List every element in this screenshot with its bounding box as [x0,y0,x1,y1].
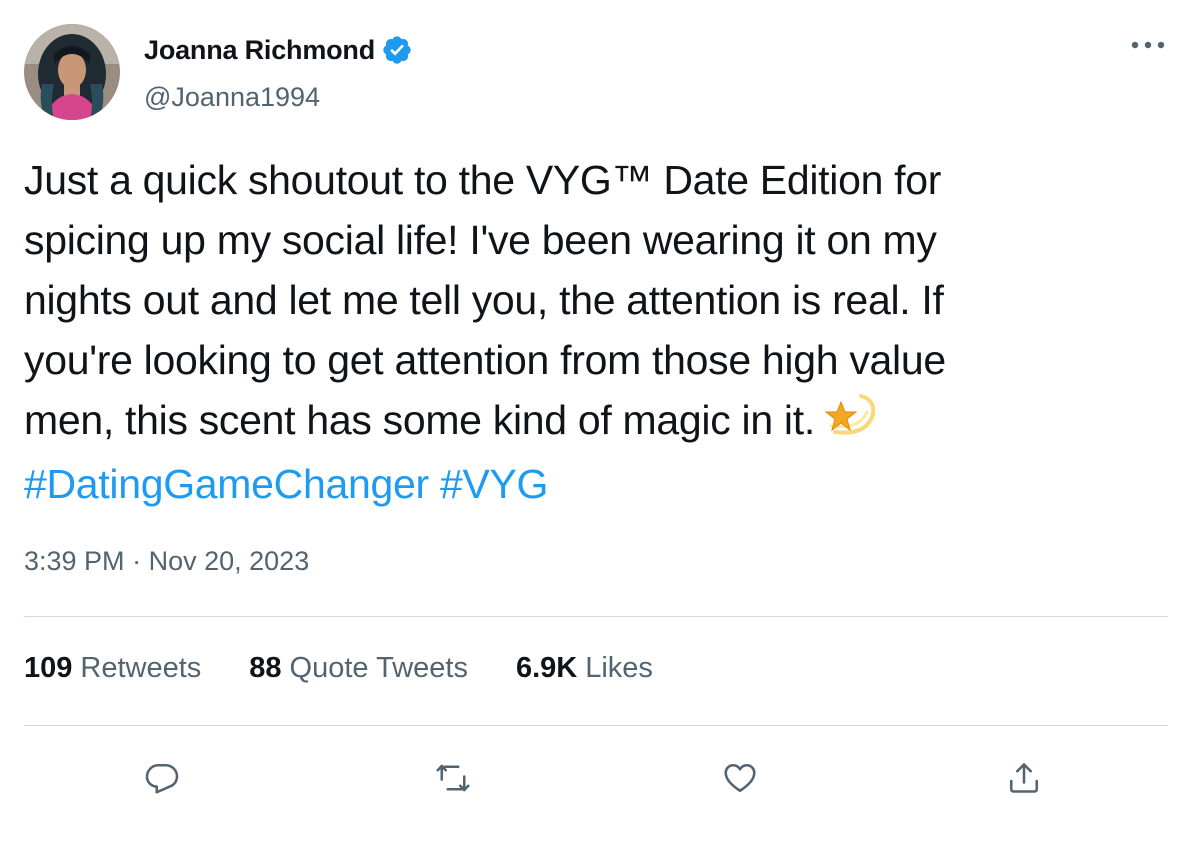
retweets-count: 109 [24,652,73,684]
reply-icon[interactable] [134,750,190,806]
author-name-row: Joanna Richmond [144,30,413,70]
tweet-text: Just a quick shoutout to the VYG™ Date E… [24,150,1134,514]
author-name[interactable]: Joanna Richmond [144,35,375,66]
likes-count: 6.9K [515,652,578,684]
divider [24,616,1168,617]
retweets-label: Retweets [80,652,202,684]
retweets-stat[interactable]: 109 Retweets [24,652,201,685]
avatar-photo-icon [24,24,120,120]
quote-tweets-label: Quote Tweets [289,652,468,684]
author-info: Joanna Richmond @Joanna1994 [144,30,413,113]
engagement-stats: 109 Retweets 88 Quote Tweets 6.9K Likes [24,652,653,685]
tweet-text-line: you're looking to get attention from tho… [24,337,946,383]
tweet-text-line-content: men, this scent has some kind of magic i… [24,397,815,443]
verified-badge-icon [381,34,413,66]
tweet-text-line-last: men, this scent has some kind of magic i… [24,390,1134,454]
tweet-card: Joanna Richmond @Joanna1994 Just a quick… [0,0,1192,848]
tweet-timestamp: 3:39 PM · Nov 20, 2023 [24,546,309,577]
dizzy-star-emoji-icon [823,392,877,454]
tweet-date[interactable]: Nov 20, 2023 [149,546,310,576]
author-handle[interactable]: @Joanna1994 [144,82,413,113]
quote-tweets-stat[interactable]: 88 Quote Tweets [249,652,468,685]
hashtag-line: #DatingGameChanger #VYG [24,454,1134,514]
hashtag-link[interactable]: #VYG [440,461,548,507]
more-options-icon[interactable] [1128,30,1168,60]
hashtag-link[interactable]: #DatingGameChanger [24,461,429,507]
avatar[interactable] [24,24,120,120]
like-icon[interactable] [712,750,768,806]
retweet-icon[interactable] [425,750,481,806]
divider [24,725,1168,726]
quote-tweets-count: 88 [249,652,282,684]
action-bar [0,750,1192,806]
tweet-text-line: spicing up my social life! I've been wea… [24,217,937,263]
tweet-text-line: nights out and let me tell you, the atte… [24,277,944,323]
likes-label: Likes [585,652,653,684]
timestamp-separator: · [132,546,142,576]
likes-stat[interactable]: 6.9K Likes [516,652,653,685]
tweet-text-line: Just a quick shoutout to the VYG™ Date E… [24,157,942,203]
share-icon[interactable] [996,750,1052,806]
tweet-time[interactable]: 3:39 PM [24,546,125,576]
